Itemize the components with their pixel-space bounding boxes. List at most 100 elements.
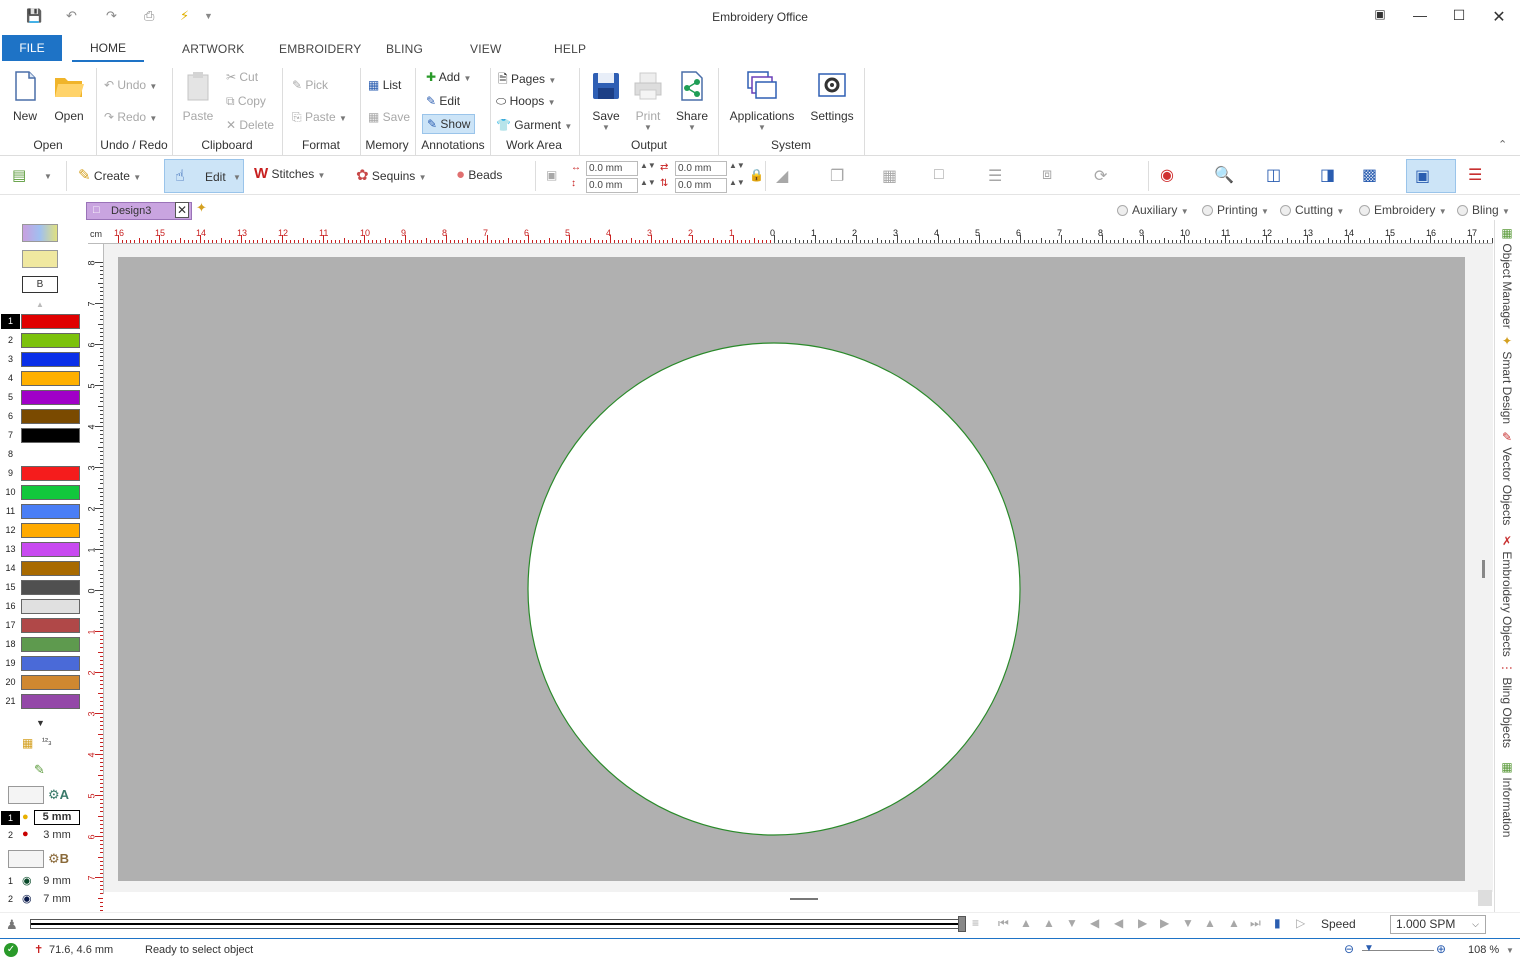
zoom-in-icon[interactable]: ⊕ bbox=[1436, 942, 1446, 956]
prev-object-icon[interactable]: ▲ bbox=[1043, 916, 1055, 930]
tab-artwork[interactable]: ARTWORK bbox=[182, 42, 245, 56]
vector-objects-tab[interactable]: ✎ Vector Objects bbox=[1500, 430, 1514, 525]
new-button[interactable]: New bbox=[6, 70, 44, 123]
eyedropper-icon[interactable]: ✎ bbox=[34, 762, 45, 778]
color-swatch[interactable] bbox=[21, 447, 80, 462]
play-icon[interactable]: ▷ bbox=[1296, 916, 1305, 930]
settings-button[interactable]: Settings bbox=[808, 70, 856, 123]
zoom-out-icon[interactable]: ⊖ bbox=[1344, 942, 1354, 956]
filter-printing[interactable]: Printing ▼ bbox=[1202, 203, 1269, 217]
zoom-icon[interactable]: 🔍 bbox=[1214, 165, 1234, 185]
align-icon[interactable]: ☰ bbox=[988, 166, 1002, 186]
view-mode-icon[interactable]: ▤ bbox=[12, 166, 26, 184]
color-swatch[interactable] bbox=[21, 409, 80, 424]
edit-tool[interactable]: ☝ Edit ▼ bbox=[164, 159, 244, 193]
bling-objects-tab[interactable]: ⋮ Bling Objects bbox=[1500, 662, 1514, 748]
weld-icon[interactable]: □ bbox=[934, 166, 944, 184]
filter-embroidery[interactable]: Embroidery ▼ bbox=[1359, 203, 1447, 217]
color-swatch[interactable] bbox=[21, 371, 80, 386]
view-mode-dropdown-icon[interactable]: ▼ bbox=[44, 172, 52, 181]
minimize-button[interactable]: — bbox=[1410, 7, 1430, 23]
tab-view[interactable]: VIEW bbox=[470, 42, 501, 56]
zoom-page-icon[interactable]: ▩ bbox=[1362, 165, 1377, 185]
information-tab[interactable]: ▦ Information bbox=[1500, 760, 1514, 837]
pages-button[interactable]: 🗎 Pages ▼ bbox=[498, 70, 556, 91]
document-tab[interactable]: □ Design3 ✕ bbox=[86, 202, 192, 220]
height-input[interactable] bbox=[675, 178, 727, 193]
x-position-input[interactable] bbox=[586, 161, 638, 176]
color-swatch[interactable] bbox=[21, 466, 80, 481]
copy-button[interactable]: ⧉ Copy bbox=[226, 94, 266, 109]
smart-design-tab[interactable]: ✦ Smart Design bbox=[1500, 334, 1514, 424]
width-spinner[interactable]: ▲▼ bbox=[729, 161, 745, 170]
garment-button[interactable]: 👕 Garment ▼ bbox=[496, 118, 572, 132]
hoops-button[interactable]: ⬭ Hoops ▼ bbox=[496, 94, 556, 109]
first-stitch-icon[interactable]: ⏮ bbox=[998, 916, 1009, 931]
collapse-ribbon-icon[interactable]: ⌃ bbox=[1498, 138, 1507, 151]
color-swatch[interactable] bbox=[21, 561, 80, 576]
filter-auxiliary[interactable]: Auxiliary ▼ bbox=[1117, 203, 1189, 217]
tab-home[interactable]: HOME bbox=[72, 35, 144, 62]
fullscreen-icon[interactable]: ▣ bbox=[1370, 7, 1390, 21]
set-b-row-2-size[interactable]: 7 mm bbox=[34, 893, 80, 905]
width-input[interactable] bbox=[675, 161, 727, 176]
back-10-icon[interactable]: ◀ bbox=[1114, 916, 1123, 930]
show-annotations-button[interactable]: ✎ Show bbox=[422, 114, 476, 134]
next-color-icon[interactable]: ▲ bbox=[1228, 916, 1240, 930]
beads-tool[interactable]: ● Beads bbox=[456, 166, 502, 183]
delete-button[interactable]: ✕ Delete bbox=[226, 118, 274, 132]
x-spinner[interactable]: ▲▼ bbox=[640, 161, 656, 170]
color-swatch[interactable] bbox=[21, 390, 80, 405]
palette-view-icon[interactable] bbox=[22, 224, 58, 242]
palette-scroll-down-icon[interactable]: ▼ bbox=[36, 718, 45, 728]
applications-button[interactable]: Applications ▼ bbox=[726, 70, 798, 132]
maximize-button[interactable]: ☐ bbox=[1449, 7, 1469, 24]
sequins-tool[interactable]: ✿ Sequins ▼ bbox=[356, 166, 427, 184]
next-jump-icon[interactable]: ▼ bbox=[1182, 916, 1194, 930]
close-button[interactable]: ✕ bbox=[1489, 7, 1509, 27]
set-b-row-1-size[interactable]: 9 mm bbox=[34, 875, 80, 887]
color-swatch[interactable] bbox=[21, 675, 80, 690]
stitch-progress-slider[interactable] bbox=[30, 916, 966, 932]
thread-sequence-icon[interactable]: ▦ bbox=[22, 736, 33, 750]
edit-annotation-button[interactable]: ✎ Edit bbox=[426, 94, 460, 108]
anchor-icon[interactable]: ▣ bbox=[546, 168, 557, 182]
tab-bling[interactable]: BLING bbox=[386, 42, 423, 56]
filter-cutting[interactable]: Cutting ▼ bbox=[1280, 203, 1344, 217]
y-position-input[interactable] bbox=[586, 178, 638, 193]
player-avatar-icon[interactable]: ♟ bbox=[6, 917, 18, 933]
cut-button[interactable]: ✂ Cut bbox=[226, 70, 258, 84]
list-button[interactable]: ▦ List bbox=[368, 78, 401, 92]
transform-icon[interactable]: ◢ bbox=[776, 166, 788, 186]
share-button[interactable]: Share ▼ bbox=[673, 70, 711, 132]
color-swatch[interactable] bbox=[21, 428, 80, 443]
zoom-fit-icon[interactable]: ◫ bbox=[1266, 165, 1281, 185]
vertical-scroll-thumb[interactable] bbox=[1482, 560, 1485, 578]
color-swatch[interactable] bbox=[21, 637, 80, 652]
back-100-icon[interactable]: ◀ bbox=[1090, 916, 1099, 930]
new-tab-icon[interactable]: ✦ bbox=[196, 200, 207, 216]
set-a-row-1-size[interactable]: 5 mm bbox=[34, 810, 80, 825]
list-options-icon[interactable]: ☰ bbox=[1468, 165, 1482, 185]
color-swatch[interactable] bbox=[21, 656, 80, 671]
tab-help[interactable]: HELP bbox=[554, 42, 586, 56]
filter-bling[interactable]: Bling ▼ bbox=[1457, 203, 1510, 217]
redo-button[interactable]: ↷ Redo ▼ bbox=[104, 110, 157, 124]
close-document-icon[interactable]: ✕ bbox=[175, 202, 189, 218]
embroidery-objects-tab[interactable]: ✗ Embroidery Objects bbox=[1500, 534, 1514, 657]
format-paste-button[interactable]: ⎘ Paste ▼ bbox=[292, 110, 347, 125]
palette-selector[interactable]: B bbox=[22, 276, 58, 293]
combine-icon[interactable]: ▦ bbox=[882, 166, 897, 186]
splitter-handle[interactable] bbox=[790, 898, 818, 900]
sequin-set-a-preview[interactable] bbox=[8, 786, 44, 804]
sequin-set-b-preview[interactable] bbox=[8, 850, 44, 868]
y-spinner[interactable]: ▲▼ bbox=[640, 178, 656, 187]
hoop-area[interactable] bbox=[118, 257, 1465, 881]
color-picker-icon[interactable]: ◉ bbox=[1160, 165, 1174, 185]
print-button[interactable]: Print ▼ bbox=[630, 70, 666, 132]
open-button[interactable]: Open bbox=[49, 70, 89, 123]
output-save-button[interactable]: Save ▼ bbox=[588, 70, 624, 132]
sequin-set-a-gear[interactable]: ⚙A bbox=[48, 787, 69, 803]
player-split-icon[interactable]: ≡ bbox=[972, 916, 979, 930]
palette-scroll-up-icon[interactable]: ▲ bbox=[36, 300, 44, 309]
